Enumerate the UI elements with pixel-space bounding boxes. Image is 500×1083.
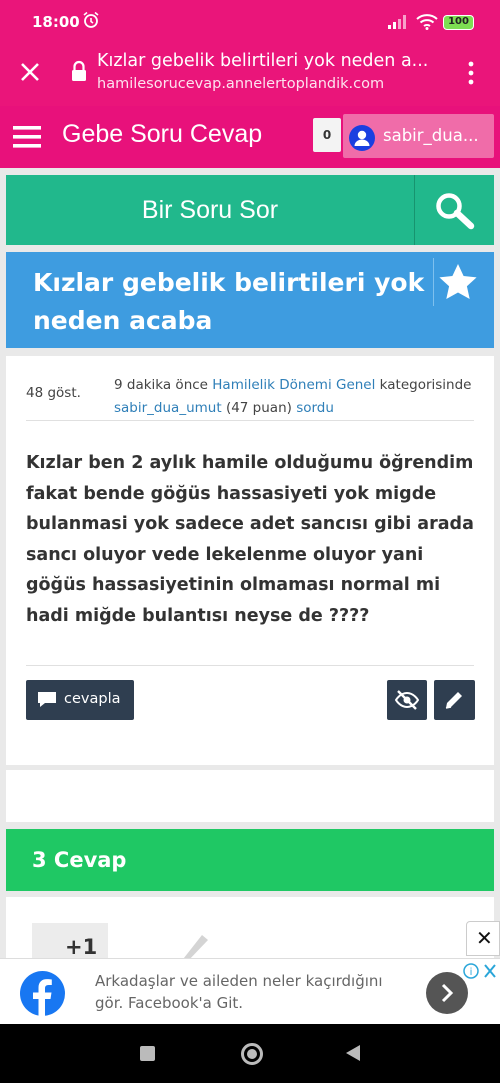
browser-page-title[interactable]: Kızlar gebelik belirtileri yok neden a..… [97, 51, 437, 71]
action-link[interactable]: sordu [296, 400, 334, 416]
ad-banner[interactable]: i Arkadaşlar ve aileden neler kaçırdığın… [0, 958, 500, 1024]
user-avatar-icon [349, 125, 375, 155]
divider [26, 420, 474, 421]
category-suffix: kategorisinde [379, 377, 472, 393]
ad-close-button[interactable]: ✕ [466, 921, 500, 956]
status-time: 18:00 [32, 13, 80, 31]
divider [433, 258, 434, 306]
eye-off-icon [395, 690, 419, 710]
divider [26, 665, 474, 666]
more-options-icon[interactable] [461, 60, 481, 90]
home-icon[interactable] [241, 1043, 263, 1065]
browser-toolbar: Kızlar gebelik belirtileri yok neden a..… [0, 44, 500, 106]
reply-label: cevapla [64, 691, 121, 707]
edit-button[interactable] [434, 680, 475, 720]
user-menu[interactable]: sabir_dua... [343, 114, 494, 158]
divider [414, 175, 415, 245]
system-nav-bar [0, 1024, 500, 1083]
vote-count: +1 [65, 935, 98, 959]
menu-icon[interactable] [13, 125, 43, 153]
view-count: 48 göst. [26, 385, 81, 401]
alarm-icon [82, 11, 100, 33]
empty-card [6, 770, 494, 822]
search-icon[interactable] [434, 192, 478, 234]
back-icon[interactable] [345, 1044, 361, 1066]
question-card: 48 göst. 9 dakika önce Hamilelik Dönemi … [6, 356, 494, 765]
chevron-right-icon [441, 983, 454, 1003]
lock-icon [70, 60, 88, 86]
question-title: Kızlar gebelik belirtileri yok neden aca… [33, 268, 425, 335]
status-bar: 18:00 100 [0, 0, 500, 44]
answer-card: +1 [6, 897, 494, 967]
star-icon[interactable] [437, 262, 479, 306]
comment-icon [37, 691, 57, 713]
category-link[interactable]: Hamilelik Dönemi Genel [212, 377, 375, 393]
question-title-bar: Kızlar gebelik belirtileri yok neden aca… [6, 252, 494, 348]
ad-text: Arkadaşlar ve aileden neler kaçırdığını … [95, 972, 383, 1012]
ad-choices-icon[interactable]: i [463, 962, 499, 984]
ad-open-button[interactable] [426, 972, 468, 1014]
answers-header: 3 Cevap [6, 829, 494, 891]
facebook-logo-icon [20, 971, 65, 1020]
hide-button[interactable] [387, 680, 427, 720]
browser-url[interactable]: hamilesorucevap.annelertoplandik.com [97, 76, 384, 92]
close-tab-icon[interactable] [17, 59, 43, 89]
question-meta: 9 dakika önce Hamilelik Dönemi Genel kat… [114, 374, 479, 420]
username: sabir_dua... [383, 126, 479, 145]
author-link[interactable]: sabir_dua_umut [114, 400, 222, 416]
reply-button[interactable]: cevapla [26, 680, 134, 720]
question-body: Kızlar ben 2 aylık hamile olduğumu öğren… [26, 453, 474, 626]
notification-count[interactable]: 0 [313, 118, 341, 152]
author-points: (47 puan) [225, 400, 292, 416]
pencil-icon [445, 692, 462, 709]
answers-count: 3 Cevap [32, 848, 127, 872]
battery-indicator: 100 [443, 15, 474, 30]
close-icon: ✕ [476, 926, 493, 950]
site-brand[interactable]: Gebe Soru Cevap [62, 120, 262, 149]
ask-question-bar: Bir Soru Sor [6, 175, 494, 245]
time-ago: 9 dakika önce [114, 377, 208, 393]
svg-text:i: i [470, 967, 473, 978]
site-header: Gebe Soru Cevap 0 sabir_dua... [0, 106, 500, 168]
ask-question-button[interactable]: Bir Soru Sor [6, 175, 414, 245]
recents-icon[interactable] [140, 1046, 155, 1061]
signal-icon [388, 14, 408, 33]
wifi-icon [416, 13, 438, 34]
